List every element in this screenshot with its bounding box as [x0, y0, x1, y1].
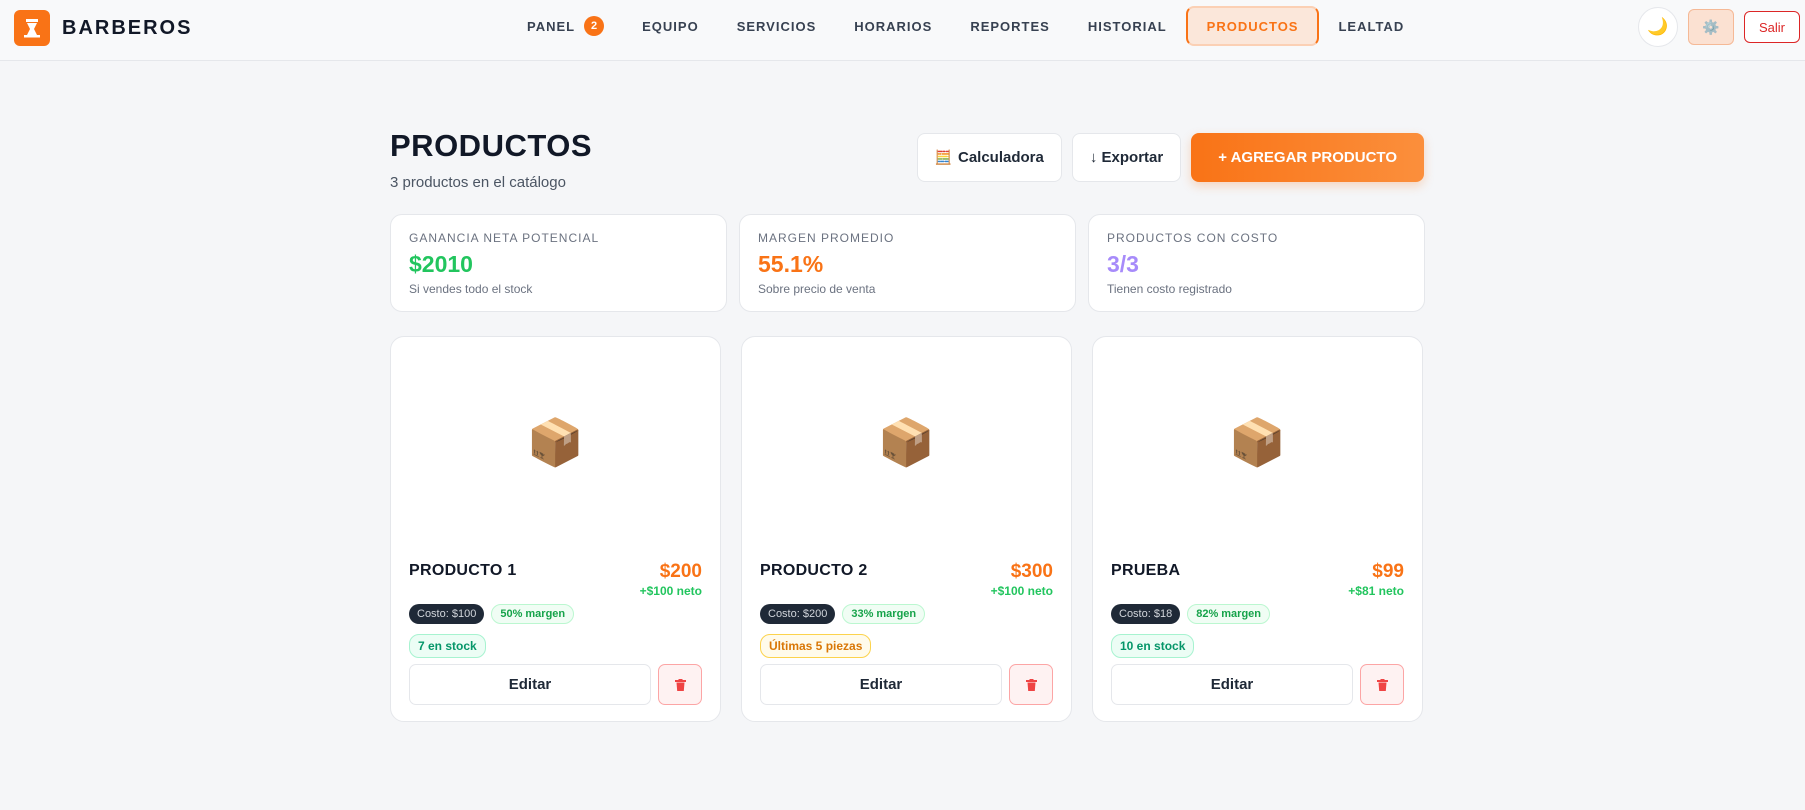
product-net-profit: +$81 neto — [1348, 584, 1404, 598]
stat-hint: Tienen costo registrado — [1107, 282, 1232, 296]
delete-product-button[interactable] — [658, 664, 702, 705]
product-price: $200 — [659, 561, 702, 582]
stock-badge: 10 en stock — [1111, 634, 1195, 658]
product-price: $300 — [1010, 561, 1053, 582]
stat-card-products-with-cost: PRODUCTOS CON COSTO 3/3 Tienen costo reg… — [1088, 214, 1425, 312]
nav-label: PANEL — [527, 18, 576, 34]
stat-value: 3/3 — [1107, 251, 1139, 277]
product-net-profit: +$100 neto — [990, 584, 1053, 598]
barber-icon — [14, 10, 50, 46]
page-title: PRODUCTOS — [390, 128, 593, 163]
moon-icon: 🌙 — [1647, 17, 1669, 36]
stat-value: 55.1% — [758, 251, 824, 277]
margin-badge: 50% margen — [491, 604, 575, 624]
stat-hint: Si vendes todo el stock — [409, 282, 533, 296]
stock-badge: 7 en stock — [409, 634, 486, 658]
package-icon: 📦 — [877, 415, 936, 468]
app-name: BARBEROS — [62, 16, 193, 39]
nav-item-historial[interactable]: HISTORIAL — [1069, 6, 1186, 46]
cost-badge: Costo: $18 — [1111, 604, 1181, 624]
trash-icon — [1376, 678, 1388, 691]
theme-toggle-button[interactable]: 🌙 — [1638, 7, 1678, 47]
product-tags: Costo: $200 33% margen — [760, 604, 926, 624]
calculator-button[interactable]: 🧮 Calculadora — [916, 133, 1062, 182]
nav-item-reportes[interactable]: REPORTES — [951, 6, 1069, 46]
product-net-profit: +$100 neto — [639, 584, 702, 598]
calculator-label: Calculadora — [957, 149, 1044, 166]
package-icon: 📦 — [1228, 415, 1287, 468]
product-name: PRUEBA — [1111, 562, 1181, 579]
edit-product-button[interactable]: Editar — [1111, 664, 1353, 705]
stat-card-average-margin: MARGEN PROMEDIO 55.1% Sobre precio de ve… — [739, 214, 1076, 312]
gear-icon: ⚙️ — [1702, 18, 1720, 35]
stock-badge: Últimas 5 piezas — [760, 634, 872, 658]
stat-label: MARGEN PROMEDIO — [758, 231, 895, 245]
cost-badge: Costo: $200 — [760, 604, 836, 624]
edit-product-button[interactable]: Editar — [760, 664, 1002, 705]
margin-badge: 33% margen — [842, 604, 926, 624]
delete-product-button[interactable] — [1360, 664, 1404, 705]
stat-value: $2010 — [409, 251, 473, 277]
edit-product-button[interactable]: Editar — [409, 664, 651, 705]
logout-button[interactable]: Salir — [1744, 11, 1800, 43]
nav-item-productos[interactable]: PRODUCTOS — [1185, 6, 1320, 46]
stat-hint: Sobre precio de venta — [758, 282, 876, 296]
stat-card-potential-profit: GANANCIA NETA POTENCIAL $2010 Si vendes … — [390, 214, 727, 312]
cost-badge: Costo: $100 — [409, 604, 485, 624]
header-actions: 🧮 Calculadora ↓ Exportar + AGREGAR PRODU… — [916, 133, 1424, 182]
nav-item-lealtad[interactable]: LEALTAD — [1319, 6, 1423, 46]
margin-badge: 82% margen — [1187, 604, 1271, 624]
delete-product-button[interactable] — [1009, 664, 1053, 705]
nav-item-horarios[interactable]: HORARIOS — [835, 6, 951, 46]
trash-icon — [674, 678, 686, 691]
export-button[interactable]: ↓ Exportar — [1071, 133, 1182, 182]
product-name: PRODUCTO 1 — [409, 562, 517, 579]
nav-item-panel[interactable]: PANEL 2 — [508, 6, 623, 46]
product-image: 📦 — [742, 337, 1071, 547]
stat-label: GANANCIA NETA POTENCIAL — [409, 231, 600, 245]
trash-icon — [1025, 678, 1037, 691]
calculator-icon: 🧮 — [934, 149, 952, 165]
page-subtitle: 3 productos en el catálogo — [390, 174, 566, 191]
add-product-button[interactable]: + AGREGAR PRODUCTO — [1191, 133, 1424, 182]
product-image: 📦 — [1093, 337, 1422, 547]
top-actions: 🌙 ⚙️ Salir — [1638, 7, 1800, 47]
stat-label: PRODUCTOS CON COSTO — [1107, 231, 1279, 245]
nav-item-equipo[interactable]: EQUIPO — [623, 6, 718, 46]
product-name: PRODUCTO 2 — [760, 562, 868, 579]
product-image: 📦 — [391, 337, 720, 547]
settings-button[interactable]: ⚙️ — [1688, 9, 1734, 45]
product-price: $99 — [1372, 561, 1404, 582]
notification-badge: 2 — [584, 16, 605, 36]
product-card: 📦 PRODUCTO 1 $200 +$100 neto Costo: $100… — [390, 336, 721, 722]
package-icon: 📦 — [526, 415, 585, 468]
product-tags: Costo: $18 82% margen — [1111, 604, 1271, 624]
product-card: 📦 PRODUCTO 2 $300 +$100 neto Costo: $200… — [741, 336, 1072, 722]
nav-item-servicios[interactable]: SERVICIOS — [718, 6, 836, 46]
brand-logo[interactable]: BARBEROS — [14, 10, 192, 46]
product-tags: Costo: $100 50% margen — [409, 604, 575, 624]
top-navbar: BARBEROS PANEL 2 EQUIPO SERVICIOS HORARI… — [0, 0, 1805, 61]
main-nav: PANEL 2 EQUIPO SERVICIOS HORARIOS REPORT… — [508, 6, 1423, 46]
product-card: 📦 PRUEBA $99 +$81 neto Costo: $18 82% ma… — [1092, 336, 1423, 722]
